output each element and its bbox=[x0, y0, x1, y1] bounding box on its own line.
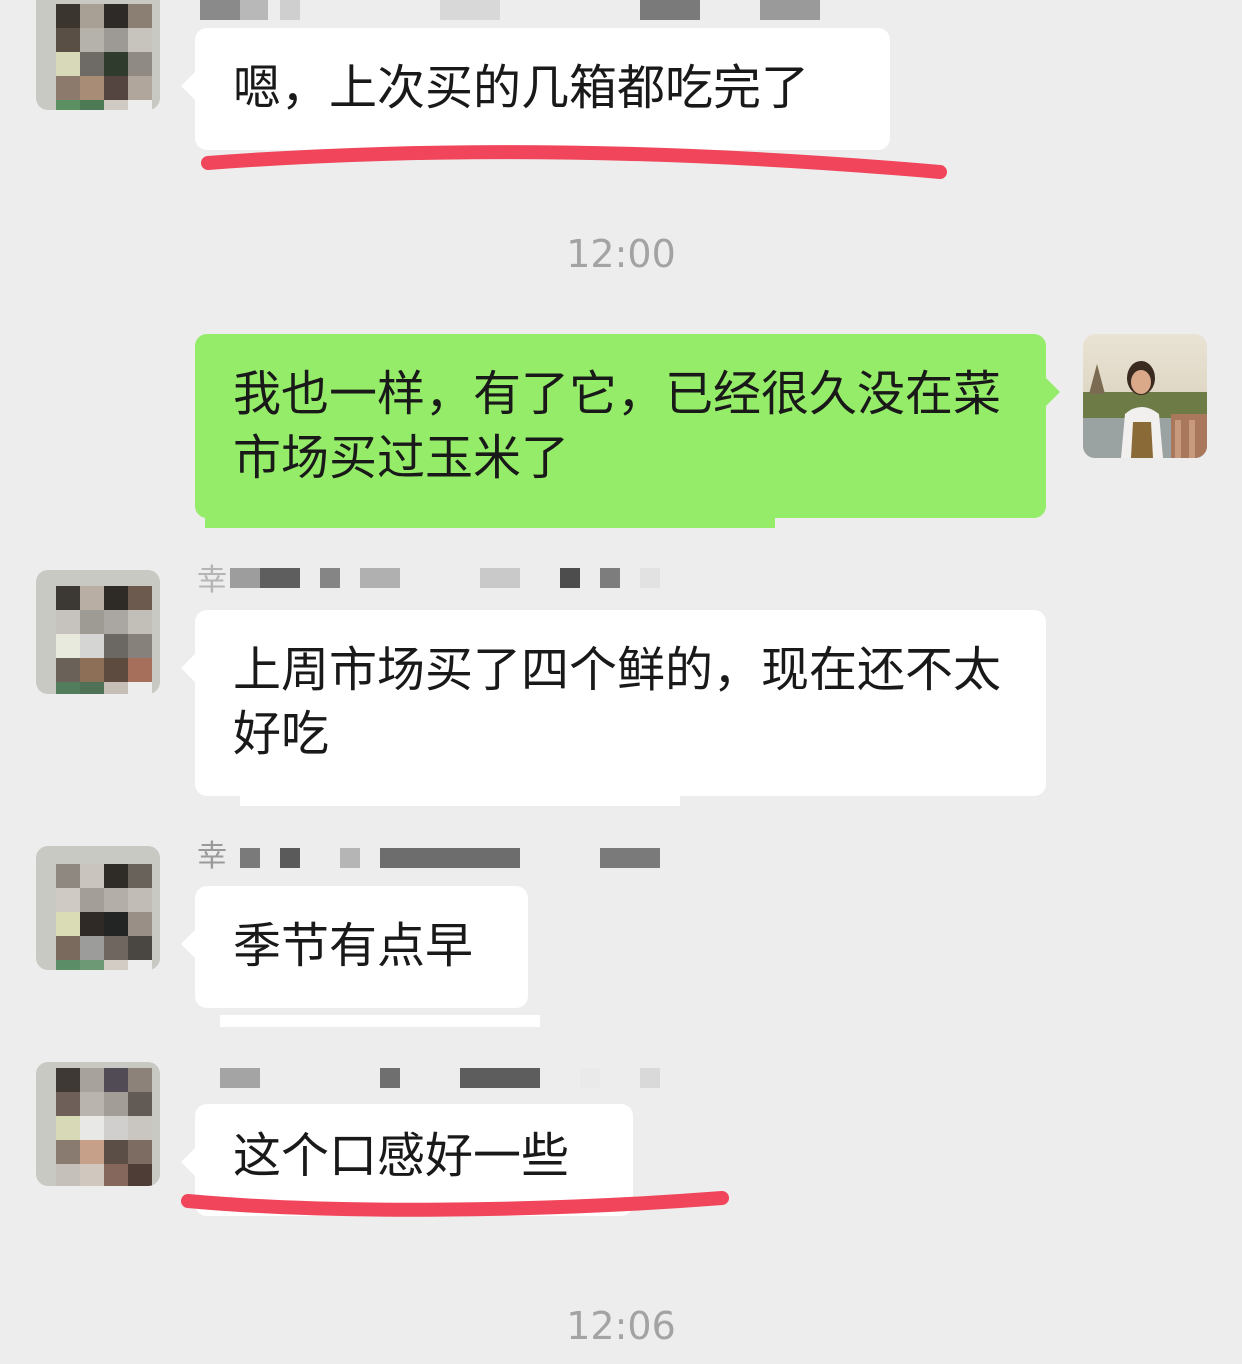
message-text: 这个口感好一些 bbox=[233, 1128, 570, 1184]
bubble-shadow bbox=[220, 1015, 540, 1027]
message-bubble-incoming[interactable]: 上周市场买了四个鲜的，现在还不太好吃 bbox=[181, 610, 1046, 796]
timestamp: 12:00 bbox=[566, 232, 676, 276]
contact-avatar-blurred[interactable] bbox=[36, 1062, 160, 1186]
timestamp: 12:06 bbox=[566, 1304, 676, 1348]
highlight-underline bbox=[201, 145, 947, 179]
contact-avatar-blurred[interactable] bbox=[36, 846, 160, 970]
message-text: 上周市场买了四个鲜的，现在还不太好吃 bbox=[233, 642, 1002, 762]
bubble-tail bbox=[1046, 378, 1060, 406]
message-bubble-outgoing[interactable]: 我也一样，有了它，已经很久没在菜市场买过玉米了 bbox=[195, 334, 1060, 518]
bubble-shadow bbox=[205, 516, 775, 528]
message-text: 嗯，上次买的几箱都吃完了 bbox=[233, 60, 810, 116]
contact-avatar-blurred[interactable] bbox=[36, 0, 160, 110]
my-avatar[interactable] bbox=[1083, 334, 1207, 458]
message-bubble-incoming[interactable]: 嗯，上次买的几箱都吃完了 bbox=[181, 28, 890, 150]
bubble-tail bbox=[181, 1148, 195, 1176]
bubble-tail bbox=[181, 72, 195, 100]
message-text: 我也一样，有了它，已经很久没在菜市场买过玉米了 bbox=[233, 366, 1002, 486]
bubble-tail bbox=[181, 930, 195, 958]
message-bubble-incoming[interactable]: 季节有点早 bbox=[181, 886, 528, 1008]
message-text: 季节有点早 bbox=[233, 918, 474, 974]
bubble-tail bbox=[181, 654, 195, 682]
contact-avatar-blurred[interactable] bbox=[36, 570, 160, 694]
bubble-shadow bbox=[240, 794, 680, 806]
sender-name-initial: 幸 bbox=[197, 563, 227, 598]
sender-name-initial: 幸 bbox=[197, 839, 227, 874]
message-bubble-incoming[interactable]: 这个口感好一些 bbox=[181, 1104, 633, 1216]
